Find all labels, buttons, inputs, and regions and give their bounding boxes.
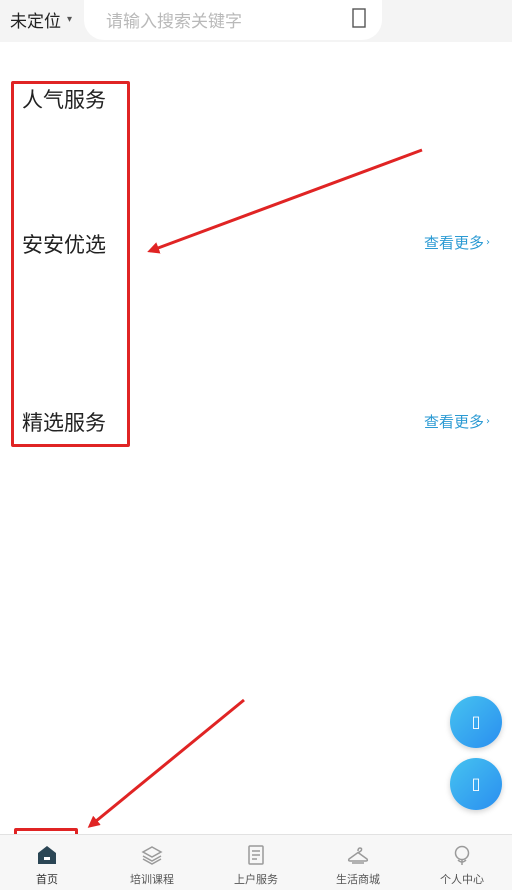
- caret-down-icon: ▾: [67, 14, 73, 25]
- nav-label: 生活商城: [336, 873, 380, 886]
- chat-icon: ▯: [471, 774, 481, 793]
- bottom-nav: 首页 培训课程 上户服务 生活商城 个人中心: [0, 834, 512, 890]
- search-placeholder: 请输入搜索关键字: [106, 12, 242, 32]
- more-link-label: 查看更多: [423, 413, 484, 431]
- nav-item-mall[interactable]: 生活商城: [308, 835, 408, 891]
- document-icon: [248, 845, 264, 865]
- top-bar: 未定位 ▾ 请输入搜索关键字: [0, 0, 512, 42]
- search-bar[interactable]: 请输入搜索关键字: [84, 0, 382, 40]
- nav-item-home[interactable]: 首页: [0, 835, 97, 891]
- user-icon: [454, 845, 470, 865]
- search-icon[interactable]: [352, 8, 366, 28]
- chevron-right-icon: ›: [486, 416, 490, 427]
- nav-label: 上户服务: [234, 873, 278, 886]
- nav-label: 首页: [36, 873, 58, 886]
- chat-button[interactable]: ▯: [450, 758, 502, 810]
- nav-label: 培训课程: [130, 873, 174, 886]
- layers-icon: [141, 846, 163, 865]
- annotation-arrow-home: [87, 698, 245, 828]
- more-link-selected[interactable]: 查看更多 ›: [424, 232, 490, 253]
- location-selector[interactable]: 未定位 ▾: [10, 7, 72, 32]
- annotation-arrow-sections: [147, 148, 423, 254]
- nav-item-profile[interactable]: 个人中心: [412, 835, 512, 891]
- home-icon: [38, 846, 56, 864]
- headset-icon: ▯: [471, 712, 481, 731]
- nav-label: 个人中心: [440, 873, 484, 886]
- more-link-label: 查看更多: [423, 234, 484, 252]
- headset-button[interactable]: ▯: [450, 696, 502, 748]
- annotation-box-sections: [11, 81, 130, 447]
- more-link-featured[interactable]: 查看更多 ›: [424, 411, 490, 432]
- location-label: 未定位: [10, 12, 61, 32]
- hanger-icon: [347, 847, 369, 864]
- nav-item-home-service[interactable]: 上户服务: [206, 835, 306, 891]
- chevron-right-icon: ›: [486, 237, 490, 248]
- nav-item-courses[interactable]: 培训课程: [102, 835, 202, 891]
